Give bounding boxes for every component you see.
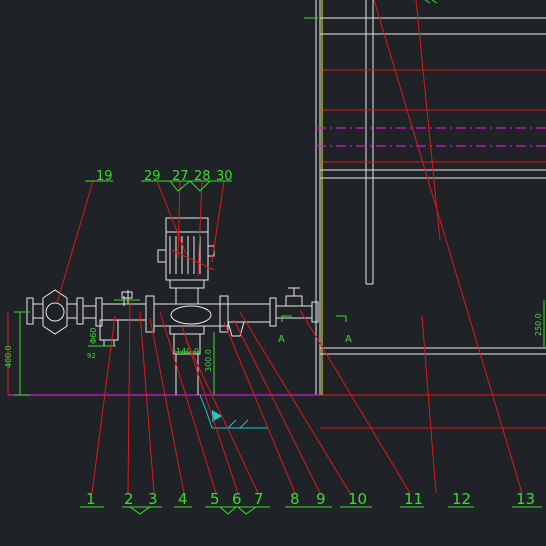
dim-pipe-dia: Φ60 (89, 328, 98, 344)
dim-small: 92 (87, 352, 96, 360)
callout-10: 10 (348, 490, 367, 508)
leader-lines (56, 0, 523, 494)
magenta-dashed-lines (316, 127, 546, 147)
gate-valve (26, 289, 96, 335)
dim-flange-spacing: 140.0 (176, 347, 199, 356)
callout-27: 27 (172, 169, 189, 184)
callout-5: 5 (210, 490, 220, 508)
pump-motor (153, 217, 229, 355)
dim-right-level: 250.0 (534, 313, 543, 336)
callout-30: 30 (216, 169, 233, 184)
callout-13: 13 (516, 490, 535, 508)
pump-drawing: A A 400.0 Φ60 92 140.0 300.0 250.0 19 29… (4, 0, 546, 515)
discharge-piping (219, 287, 319, 337)
dim-pipe-depth: 300.0 (204, 349, 213, 372)
callout-2: 2 (124, 490, 134, 508)
callout-28: 28 (194, 169, 211, 184)
dim-height-left: 400.0 (4, 345, 13, 368)
callout-6: 6 (232, 490, 242, 508)
callout-9: 9 (316, 490, 326, 508)
callout-7: 7 (254, 490, 264, 508)
section-mark-left: A (278, 334, 285, 345)
callouts-top: 19 29 27 28 30 (96, 169, 233, 184)
tank-red-lines (320, 69, 546, 429)
callout-4: 4 (178, 490, 188, 508)
callout-3: 3 (148, 490, 158, 508)
suction-piping (95, 290, 155, 347)
section-marks (281, 315, 347, 322)
section-mark-right: A (345, 334, 352, 345)
callout-29: 29 (144, 169, 161, 184)
callout-12: 12 (452, 490, 471, 508)
callout-11: 11 (404, 490, 423, 508)
callout-1: 1 (86, 490, 96, 508)
callout-8: 8 (290, 490, 300, 508)
callouts-bottom: 1 2 3 4 5 6 7 8 9 10 11 12 13 (86, 490, 535, 508)
callout-19: 19 (96, 169, 113, 184)
